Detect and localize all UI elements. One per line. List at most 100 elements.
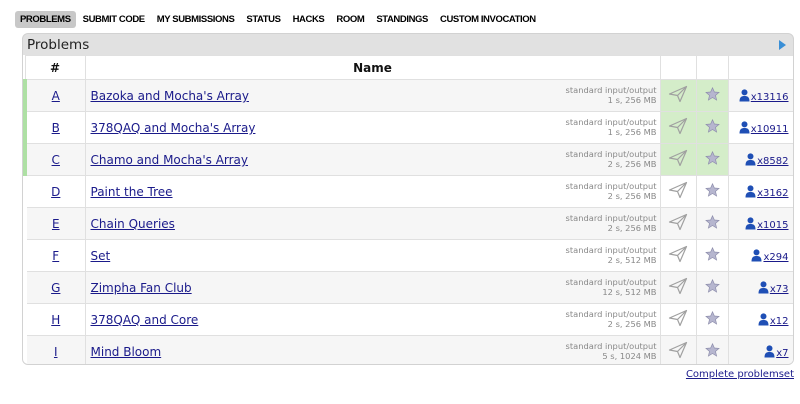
user-icon <box>745 152 756 165</box>
submit-cell[interactable] <box>659 207 697 240</box>
submit-plane-icon <box>668 309 688 326</box>
problem-name-link[interactable]: Bazoka and Mocha's Array <box>91 89 249 103</box>
problem-name-link[interactable]: 378QAQ and Mocha's Array <box>91 121 256 135</box>
submit-cell[interactable] <box>659 239 697 272</box>
submit-cell[interactable] <box>659 111 697 144</box>
user-icon <box>764 344 775 357</box>
favourite-cell[interactable] <box>695 335 729 364</box>
problem-name-link[interactable]: Chamo and Mocha's Array <box>91 153 249 167</box>
submit-cell[interactable] <box>659 271 697 304</box>
problem-limits: standard input/output 5 s, 1024 MB <box>566 341 657 361</box>
favourite-cell[interactable] <box>695 239 729 272</box>
tab-my-submissions[interactable]: MY SUBMISSIONS <box>152 11 240 28</box>
column-header-name: Name <box>84 55 661 80</box>
favourite-cell[interactable] <box>695 207 729 240</box>
table-row: B 378QAQ and Mocha's Array standard input/… <box>23 111 793 144</box>
table-row: I Mind Bloom standard input/output 5 s, 102… <box>25 335 793 364</box>
solved-count-link[interactable]: x12 <box>770 316 789 327</box>
complete-problemset-link[interactable]: Complete problemset <box>686 369 794 380</box>
submit-plane-icon <box>668 245 688 262</box>
tab-standings[interactable]: STANDINGS <box>371 11 433 28</box>
table-row: G Zimpha Fan Club standard input/output 12 … <box>25 271 793 304</box>
tab-room[interactable]: ROOM <box>331 11 369 28</box>
top-navigation: PROBLEMS SUBMIT CODE MY SUBMISSIONS STAT… <box>15 11 543 28</box>
solved-count-link[interactable]: x13116 <box>751 92 789 103</box>
solved-count-link[interactable]: x8582 <box>757 156 788 167</box>
problem-name-link[interactable]: Mind Bloom <box>91 345 162 359</box>
problem-index-link[interactable]: G <box>51 281 60 295</box>
favourite-star-icon[interactable] <box>704 118 720 133</box>
table-row: A Bazoka and Mocha's Array standard input/… <box>23 79 793 112</box>
favourite-star-icon[interactable] <box>704 246 720 261</box>
favourite-cell[interactable] <box>695 79 729 112</box>
collapse-arrow-icon[interactable] <box>778 40 786 50</box>
favourite-cell[interactable] <box>695 303 729 336</box>
favourite-cell[interactable] <box>695 143 729 176</box>
problem-limits: standard input/output 2 s, 256 MB <box>566 149 657 169</box>
favourite-cell[interactable] <box>695 111 729 144</box>
problem-index-link[interactable]: F <box>52 249 59 263</box>
io-type: standard input/output <box>565 277 657 287</box>
time-memory-limit: 2 s, 512 MB <box>607 255 657 265</box>
tab-custom-invocation[interactable]: CUSTOM INVOCATION <box>435 11 541 28</box>
solved-count-link[interactable]: x3162 <box>757 188 788 199</box>
solved-count-link[interactable]: x1015 <box>757 220 788 231</box>
favourite-cell[interactable] <box>695 271 729 304</box>
submit-plane-icon <box>668 117 688 134</box>
submit-plane-icon <box>668 85 688 102</box>
column-header-index: # <box>24 55 86 80</box>
problem-name-link[interactable]: 378QAQ and Core <box>91 313 199 327</box>
time-memory-limit: 5 s, 1024 MB <box>602 351 657 361</box>
submit-cell[interactable] <box>659 143 697 176</box>
tab-hacks[interactable]: HACKS <box>288 11 330 28</box>
submit-cell[interactable] <box>659 175 697 208</box>
problem-name-link[interactable]: Zimpha Fan Club <box>91 281 192 295</box>
favourite-star-icon[interactable] <box>704 86 720 101</box>
time-memory-limit: 2 s, 256 MB <box>607 191 657 201</box>
problem-name-link[interactable]: Chain Queries <box>91 217 175 231</box>
submit-plane-icon <box>668 213 688 230</box>
user-icon <box>745 216 756 229</box>
io-type: standard input/output <box>565 117 657 127</box>
problem-index-link[interactable]: B <box>52 121 60 135</box>
favourite-star-icon[interactable] <box>704 278 720 293</box>
tab-submit-code[interactable]: SUBMIT CODE <box>78 11 150 28</box>
problem-limits: standard input/output 2 s, 256 MB <box>566 309 657 329</box>
tab-problems[interactable]: PROBLEMS <box>15 11 76 28</box>
io-type: standard input/output <box>565 181 657 191</box>
tab-status[interactable]: STATUS <box>241 11 285 28</box>
problems-table-body: A Bazoka and Mocha's Array standard input/… <box>23 79 793 364</box>
io-type: standard input/output <box>565 213 657 223</box>
favourite-cell[interactable] <box>695 175 729 208</box>
submit-plane-icon <box>668 341 688 358</box>
problem-index-link[interactable]: D <box>51 185 60 199</box>
favourite-star-icon[interactable] <box>704 214 720 229</box>
favourite-star-icon[interactable] <box>704 150 720 165</box>
user-icon <box>751 248 762 261</box>
io-type: standard input/output <box>565 149 657 159</box>
io-type: standard input/output <box>565 245 657 255</box>
problem-name-link[interactable]: Paint the Tree <box>91 185 173 199</box>
problem-limits: standard input/output 2 s, 256 MB <box>566 213 657 233</box>
favourite-star-icon[interactable] <box>704 182 720 197</box>
problem-index-link[interactable]: H <box>51 313 60 327</box>
solved-count-link[interactable]: x294 <box>763 252 788 263</box>
problem-index-link[interactable]: A <box>52 89 60 103</box>
problem-index-link[interactable]: E <box>52 217 60 231</box>
solved-count-link[interactable]: x73 <box>770 284 789 295</box>
problem-limits: standard input/output 1 s, 256 MB <box>566 117 657 137</box>
problem-index-link[interactable]: C <box>52 153 60 167</box>
submit-cell[interactable] <box>659 79 697 112</box>
table-header-row: # Name <box>24 55 793 80</box>
favourite-star-icon[interactable] <box>704 342 720 357</box>
table-row: E Chain Queries standard input/output 2 s, … <box>25 207 793 240</box>
panel-title: Problems <box>27 37 90 53</box>
solved-count-link[interactable]: x7 <box>776 348 788 359</box>
problem-name-link[interactable]: Set <box>91 249 111 263</box>
submit-cell[interactable] <box>659 303 697 336</box>
favourite-star-icon[interactable] <box>704 310 720 325</box>
solved-count-link[interactable]: x10911 <box>751 124 789 135</box>
submit-cell[interactable] <box>659 335 697 364</box>
user-icon <box>758 280 769 293</box>
problem-index-link[interactable]: I <box>54 345 58 359</box>
